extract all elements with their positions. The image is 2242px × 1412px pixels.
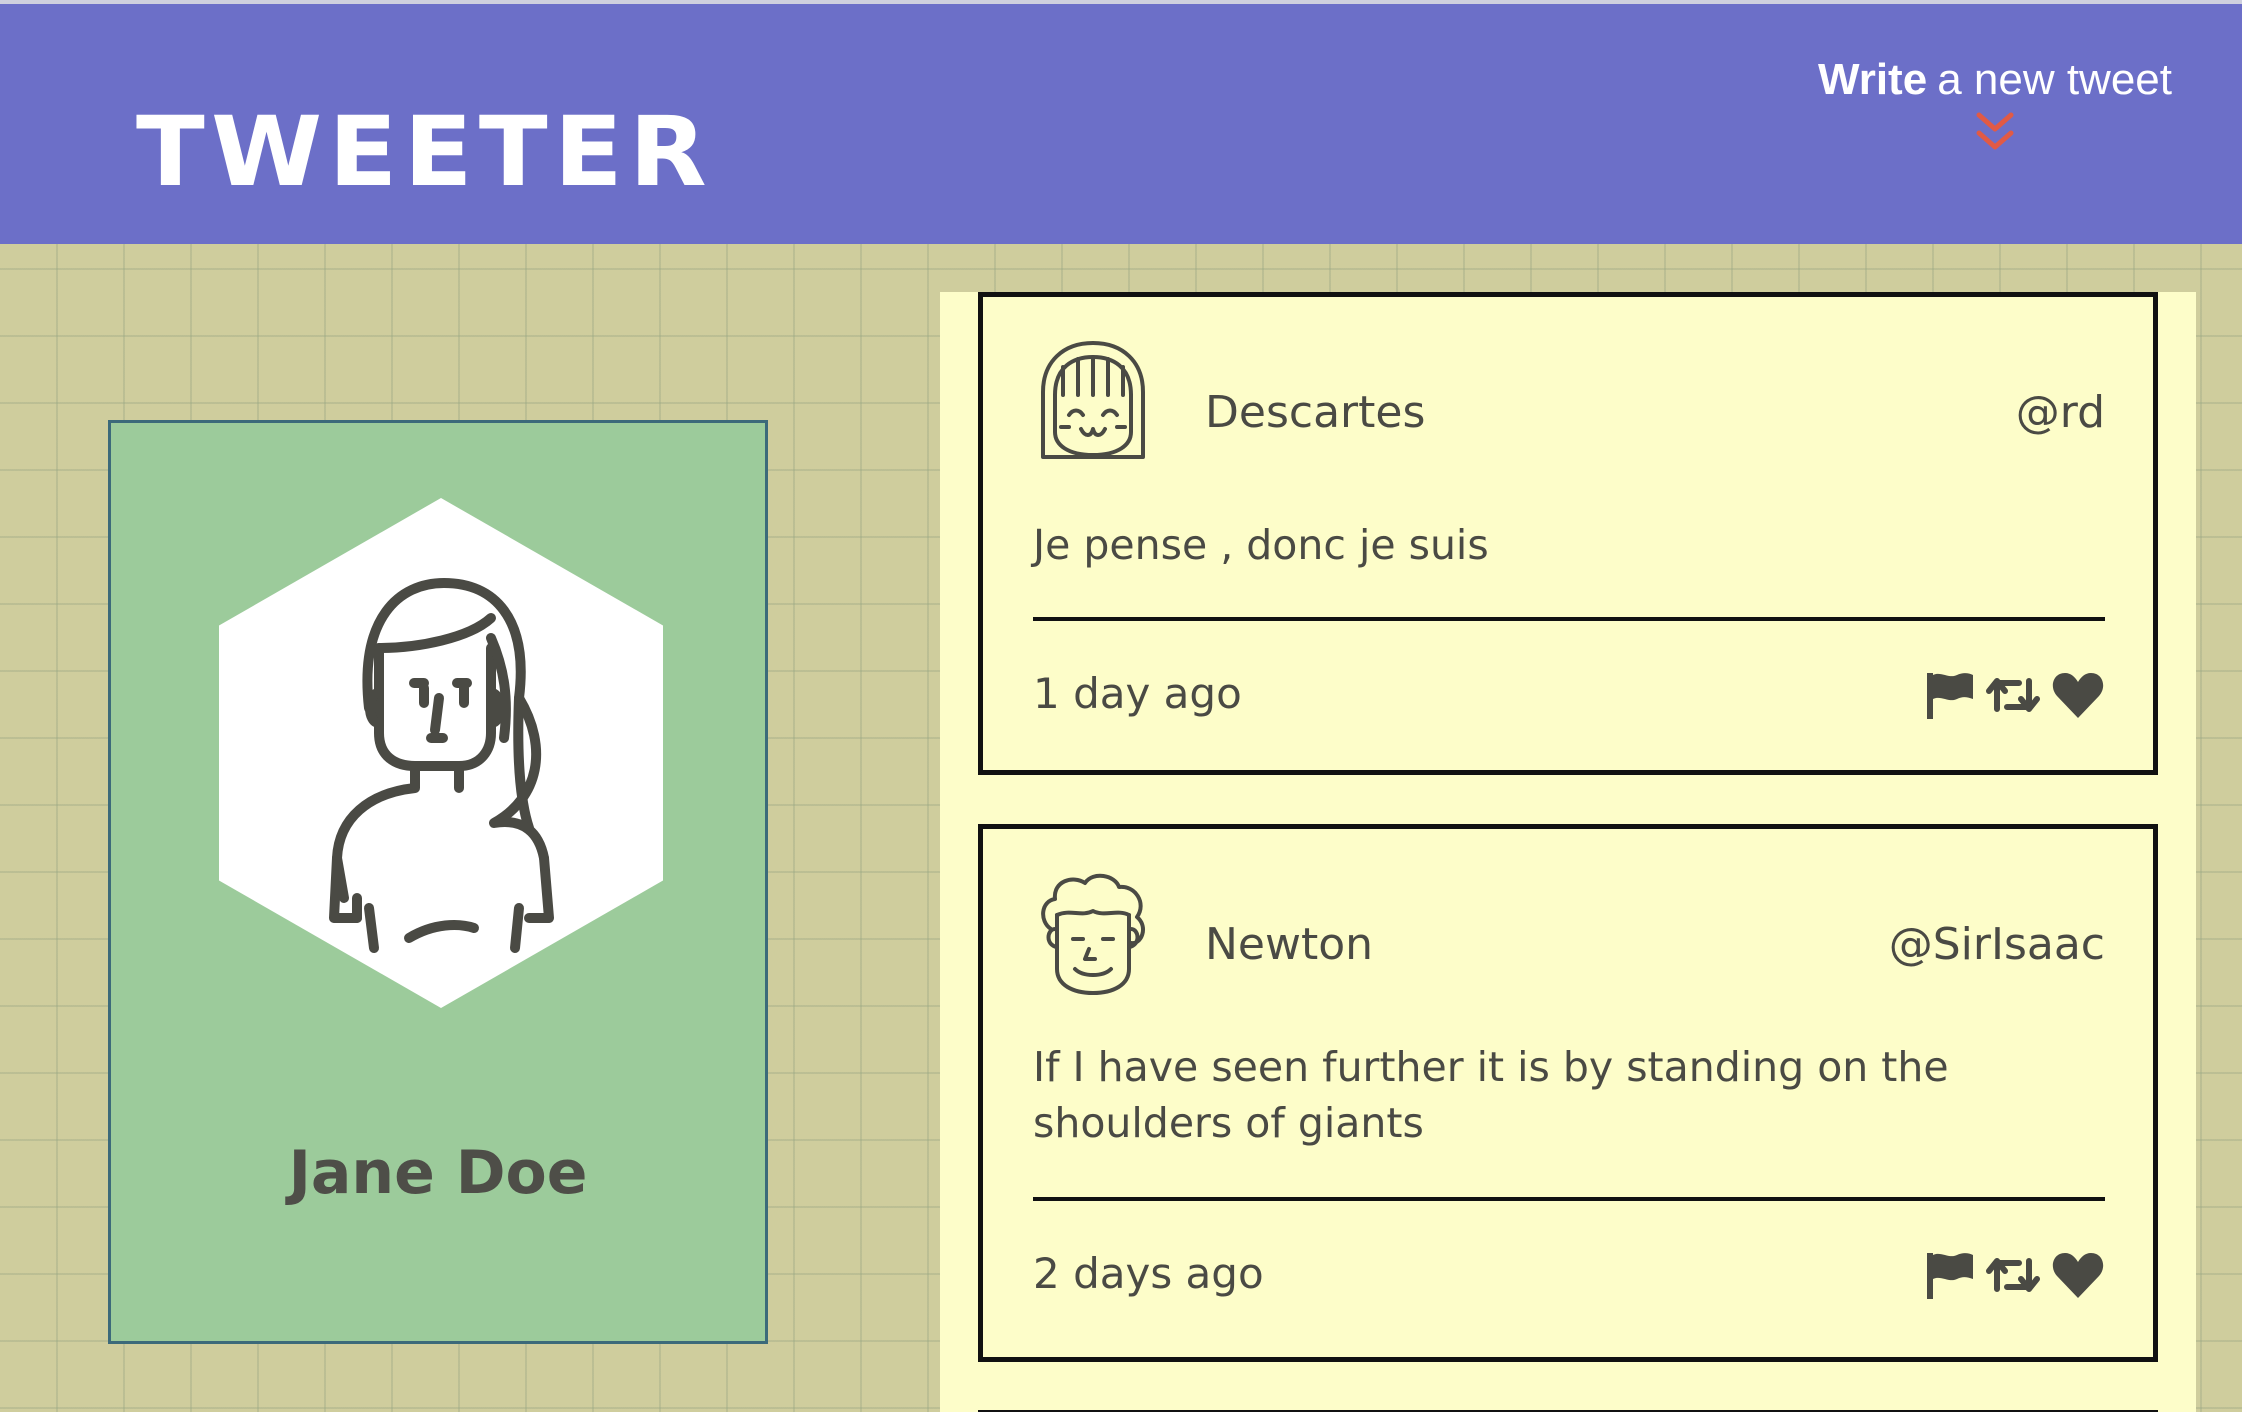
flag-icon[interactable] <box>1923 669 1975 721</box>
tweet-handle[interactable]: @rd <box>2016 387 2105 438</box>
tweet-divider <box>1033 1197 2105 1201</box>
tweet-timestamp: 1 day ago <box>1033 669 1242 718</box>
tweet-content: Je pense , donc je suis <box>1033 521 1489 569</box>
tweet-card: Descartes @rd Je pense , donc je suis 1 … <box>978 292 2158 775</box>
compose-label-rest: a new tweet <box>1937 55 2172 104</box>
tweet-divider <box>1033 617 2105 621</box>
brand-logo[interactable]: TWEETER <box>136 104 713 200</box>
retweet-icon[interactable] <box>1985 1249 2041 1301</box>
flag-icon[interactable] <box>1923 1249 1975 1301</box>
profile-card: Jane Doe <box>108 420 768 1344</box>
tweet-timestamp: 2 days ago <box>1033 1249 1264 1298</box>
tweet-card: Newton @SirIsaac If I have seen further … <box>978 824 2158 1362</box>
descartes-avatar-icon <box>1041 341 1145 459</box>
profile-avatar-frame <box>219 498 663 1008</box>
tweet-content: If I have seen further it is by standing… <box>1033 1043 1949 1147</box>
retweet-icon[interactable] <box>1985 669 2041 721</box>
newton-avatar-icon <box>1041 873 1146 995</box>
navbar: TWEETER Write a new tweet <box>0 4 2242 244</box>
heart-icon[interactable] <box>2051 670 2105 720</box>
tweet-actions <box>1923 669 2105 721</box>
tweet-author: Newton <box>1205 919 1374 970</box>
double-chevron-down-icon[interactable] <box>1975 111 2015 155</box>
tweet-actions <box>1923 1249 2105 1301</box>
tweet-feed: Descartes @rd Je pense , donc je suis 1 … <box>940 292 2196 1412</box>
profile-name: Jane Doe <box>288 1138 588 1208</box>
compose-label[interactable]: Write a new tweet <box>1818 54 2172 107</box>
tweet-author: Descartes <box>1205 387 1426 438</box>
compose-label-strong: Write <box>1817 55 1928 104</box>
woman-avatar-icon <box>329 578 554 953</box>
tweet-handle[interactable]: @SirIsaac <box>1889 919 2105 970</box>
heart-icon[interactable] <box>2051 1250 2105 1300</box>
compose-toggle[interactable]: Write a new tweet <box>1818 54 2172 155</box>
